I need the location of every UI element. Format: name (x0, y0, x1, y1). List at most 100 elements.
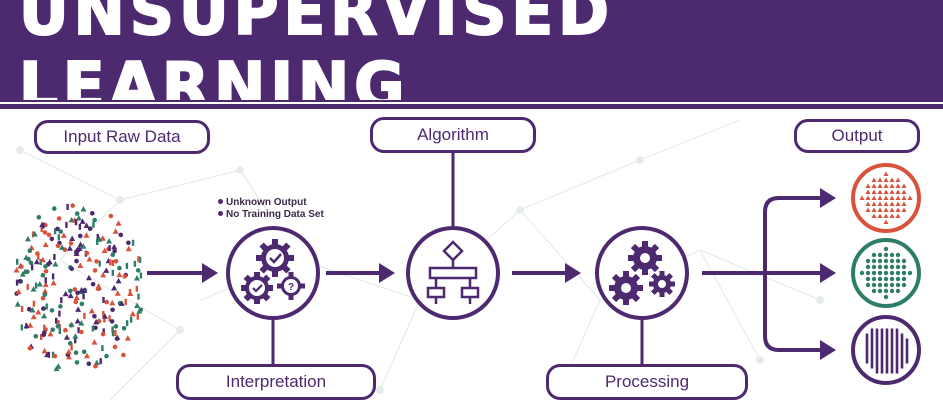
data-point (106, 237, 113, 244)
data-point (98, 260, 101, 267)
data-point (45, 303, 48, 310)
data-point (129, 316, 133, 323)
cluster-mark (880, 368, 884, 374)
output-cluster-red (851, 163, 921, 233)
cluster-mark (865, 282, 871, 288)
cluster-mark (895, 348, 899, 354)
data-point (43, 269, 49, 274)
cluster-mark (871, 276, 877, 282)
data-point (99, 358, 102, 365)
data-point (50, 327, 55, 333)
data-point (131, 239, 135, 246)
cluster-mark (865, 353, 869, 359)
data-point (124, 335, 131, 341)
cluster-mark (895, 343, 899, 349)
data-point (109, 319, 115, 324)
data-point (72, 333, 79, 339)
data-point (57, 234, 60, 241)
cluster-mark (875, 353, 879, 359)
cluster-mark (900, 363, 904, 369)
arrow-to-output-bottom (763, 273, 820, 352)
processing-label: Processing (546, 364, 748, 400)
data-point (58, 229, 63, 234)
data-point (114, 336, 120, 341)
data-point (127, 290, 134, 297)
cluster-mark (890, 343, 894, 349)
cluster-mark (875, 343, 879, 349)
cluster-mark (880, 353, 884, 359)
cluster-mark (875, 328, 879, 334)
data-point (113, 259, 119, 264)
cluster-mark (865, 358, 869, 364)
data-point (97, 285, 101, 291)
data-point (69, 323, 74, 328)
data-point (68, 288, 73, 294)
data-point (41, 347, 48, 354)
output-cluster-purple (851, 315, 921, 385)
cluster-mark (865, 338, 869, 344)
data-point (109, 259, 112, 266)
data-point (42, 222, 45, 229)
data-point (25, 269, 30, 275)
data-point (51, 273, 55, 280)
cluster-mark (889, 282, 895, 288)
data-point (86, 256, 93, 262)
cluster-mark (875, 358, 879, 364)
cluster-mark (895, 333, 899, 339)
data-point (137, 293, 140, 300)
cluster-mark (877, 288, 883, 294)
cluster-mark (865, 258, 871, 264)
cluster-mark (905, 348, 909, 354)
data-point (67, 292, 74, 299)
arrowhead (202, 263, 218, 283)
data-point (63, 327, 68, 333)
arrowhead (820, 263, 836, 283)
cluster-mark (900, 333, 904, 339)
cluster-mark (901, 264, 907, 270)
cluster-mark (895, 363, 899, 369)
data-point (74, 211, 80, 216)
cluster-mark (890, 368, 894, 374)
cluster-mark (883, 270, 889, 276)
cluster-mark (870, 328, 874, 334)
data-point (75, 306, 82, 312)
cluster-mark (871, 258, 877, 264)
data-point (111, 330, 115, 337)
cluster-mark (865, 276, 871, 282)
data-point (35, 309, 42, 315)
cluster-mark (871, 282, 877, 288)
data-point (43, 264, 48, 269)
data-point (52, 353, 58, 359)
data-point (37, 253, 40, 260)
cluster-mark (885, 328, 889, 334)
input-raw-data-text: Input Raw Data (63, 127, 181, 146)
data-point (33, 334, 39, 339)
data-point (115, 220, 122, 226)
data-point (70, 203, 75, 208)
cluster-mark (890, 333, 894, 339)
data-point (114, 330, 117, 336)
data-point (86, 361, 92, 367)
data-point (74, 249, 79, 254)
data-point (81, 349, 87, 355)
cluster-mark (885, 368, 889, 374)
cluster-mark (895, 270, 901, 276)
cluster-mark (880, 333, 884, 339)
data-point (101, 345, 104, 352)
data-point (94, 259, 99, 264)
algorithm-text: Algorithm (417, 125, 489, 144)
data-point (111, 269, 114, 276)
data-point (56, 216, 62, 221)
data-point (74, 219, 78, 226)
data-point (27, 346, 33, 351)
data-point (82, 293, 85, 300)
data-point (73, 299, 79, 305)
raw-data-scatter (13, 203, 143, 372)
cluster-mark (900, 348, 904, 354)
cluster-mark (895, 282, 901, 288)
data-point (91, 325, 95, 332)
data-point (121, 352, 126, 358)
cluster-mark (901, 258, 907, 264)
cluster-mark (907, 270, 913, 276)
data-point (111, 243, 118, 250)
